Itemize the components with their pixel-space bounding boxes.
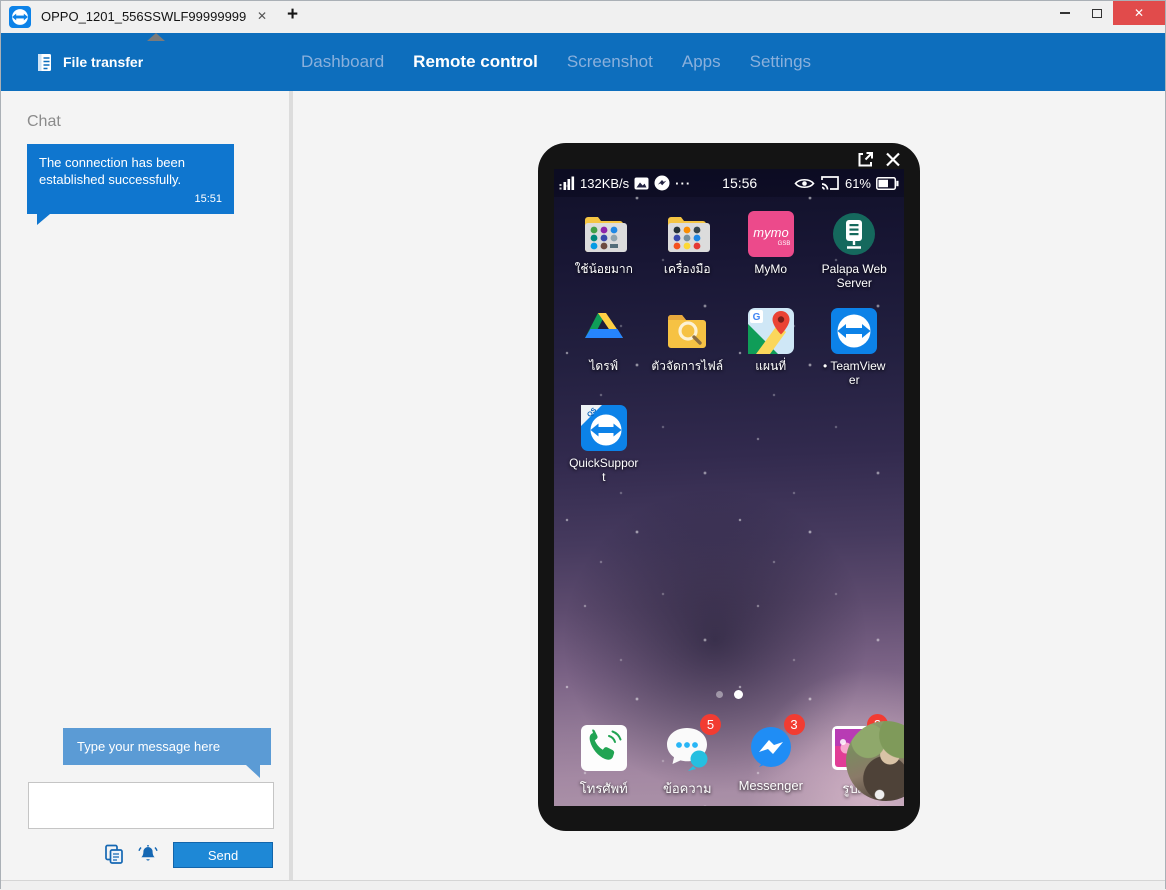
teamviewer-logo-icon bbox=[9, 6, 31, 28]
chat-message-bubble: The connection has been established succ… bbox=[27, 144, 234, 214]
session-tab-title[interactable]: OPPO_1201_556SSWLF99999999 bbox=[41, 9, 246, 24]
content-area: Chat The connection has been established… bbox=[1, 91, 1165, 880]
message-input-tooltip: Type your message here bbox=[63, 728, 271, 765]
app-mymo[interactable]: mymo GSB MyMo bbox=[729, 211, 813, 308]
toolbar-nav: Dashboard Remote control Screenshot Apps… bbox=[301, 33, 811, 91]
svg-text:mymo: mymo bbox=[753, 225, 788, 240]
chat-bubble-tail bbox=[37, 214, 50, 225]
nav-dashboard[interactable]: Dashboard bbox=[301, 52, 384, 72]
page-indicator-dot-active bbox=[734, 690, 743, 699]
session-toolbar: File transfer Dashboard Remote control S… bbox=[1, 33, 1165, 91]
app-palapa-web-server[interactable]: Palapa Web Server bbox=[813, 211, 897, 308]
maximize-button[interactable] bbox=[1081, 1, 1113, 25]
nav-remote-control[interactable]: Remote control bbox=[413, 52, 538, 72]
app-maps[interactable]: G แผนที่ bbox=[729, 308, 813, 405]
remote-view-controls bbox=[856, 150, 902, 169]
minimize-button[interactable] bbox=[1049, 1, 1081, 25]
notification-bell-icon[interactable] bbox=[137, 844, 159, 864]
app-label: MyMo bbox=[754, 262, 787, 276]
messenger-status-icon bbox=[654, 175, 670, 191]
page-indicator-dot bbox=[716, 691, 723, 698]
app-grid: ใช้น้อยมาก เครื่องมือ bbox=[562, 211, 896, 502]
close-window-button[interactable]: ✕ bbox=[1113, 1, 1165, 25]
battery-icon bbox=[876, 177, 899, 190]
remote-view-area: 132KB/s ··· 15:56 bbox=[293, 91, 1165, 880]
chat-message-time: 15:51 bbox=[39, 193, 222, 205]
nav-settings[interactable]: Settings bbox=[750, 52, 811, 72]
notification-badge: 5 bbox=[700, 714, 721, 735]
phone-screen[interactable]: 132KB/s ··· 15:56 bbox=[554, 169, 904, 806]
chat-message-input[interactable] bbox=[28, 782, 274, 829]
app-label: ตัวจัดการไฟล์ bbox=[651, 359, 723, 373]
cast-status-icon bbox=[820, 175, 840, 191]
home-page-indicator bbox=[554, 690, 904, 699]
app-label: • TeamView er bbox=[823, 359, 885, 387]
app-label: เครื่องมือ bbox=[664, 262, 711, 276]
app-label: ใช้น้อยมาก bbox=[575, 262, 633, 276]
status-time: 15:56 bbox=[722, 175, 757, 191]
phone-status-bar: 132KB/s ··· 15:56 bbox=[554, 169, 904, 197]
svg-text:G: G bbox=[752, 312, 760, 323]
app-folder-tools[interactable]: เครื่องมือ bbox=[646, 211, 730, 308]
app-quicksupport[interactable]: QS QuickSuppor t bbox=[562, 405, 646, 502]
nav-apps[interactable]: Apps bbox=[682, 52, 721, 72]
dock-label: โทรศัพท์ bbox=[580, 778, 628, 799]
file-manager-icon bbox=[664, 308, 710, 354]
status-more-glyph: ··· bbox=[675, 176, 691, 191]
window-controls: ✕ bbox=[1049, 1, 1165, 25]
app-label: QuickSuppor t bbox=[569, 456, 638, 484]
folder-icon bbox=[664, 211, 710, 257]
eye-status-icon bbox=[794, 177, 815, 190]
file-transfer-icon bbox=[37, 53, 54, 72]
gallery-status-icon bbox=[634, 177, 649, 190]
notification-badge: 3 bbox=[784, 714, 805, 735]
paste-clipboard-icon[interactable] bbox=[104, 844, 124, 864]
active-tab-pointer bbox=[147, 33, 165, 41]
dock-messages-app[interactable]: 5 ข้อความ bbox=[646, 723, 730, 799]
chat-message-text: The connection has been established succ… bbox=[39, 154, 222, 188]
chat-panel: Chat The connection has been established… bbox=[1, 91, 289, 880]
signal-icon bbox=[559, 176, 575, 191]
palapa-icon bbox=[831, 211, 877, 257]
window-tab-bar: OPPO_1201_556SSWLF99999999 ✕ + ✕ bbox=[1, 1, 1165, 33]
teamviewer-app-icon bbox=[831, 308, 877, 354]
svg-text:GSB: GSB bbox=[777, 241, 790, 247]
nav-screenshot[interactable]: Screenshot bbox=[567, 52, 653, 72]
app-label: แผนที่ bbox=[755, 359, 786, 373]
quicksupport-icon: QS bbox=[581, 405, 627, 451]
folder-icon bbox=[581, 211, 627, 257]
app-teamviewer[interactable]: • TeamView er bbox=[813, 308, 897, 405]
google-drive-icon bbox=[581, 308, 627, 354]
tab-close-icon[interactable]: ✕ bbox=[254, 9, 270, 23]
dock-phone-app[interactable]: โทรศัพท์ bbox=[562, 723, 646, 799]
battery-percent: 61% bbox=[845, 176, 871, 191]
google-maps-icon: G bbox=[748, 308, 794, 354]
app-file-manager[interactable]: ตัวจัดการไฟล์ bbox=[646, 308, 730, 405]
dock-messenger-app[interactable]: 3 Messenger bbox=[729, 723, 813, 799]
popout-icon[interactable] bbox=[856, 150, 875, 169]
close-remote-view-icon[interactable] bbox=[884, 150, 902, 169]
dock-label: ข้อความ bbox=[663, 778, 712, 799]
file-transfer-button[interactable]: File transfer bbox=[37, 33, 143, 91]
new-tab-button[interactable]: + bbox=[287, 4, 298, 26]
send-button[interactable]: Send bbox=[173, 842, 273, 868]
app-label: Palapa Web Server bbox=[822, 262, 887, 290]
network-speed: 132KB/s bbox=[580, 176, 629, 191]
message-tooltip-tail bbox=[246, 765, 260, 778]
file-transfer-label: File transfer bbox=[63, 54, 143, 70]
phone-app-icon bbox=[579, 723, 629, 773]
app-folder-rarely-used[interactable]: ใช้น้อยมาก bbox=[562, 211, 646, 308]
app-drive[interactable]: ไดรฟ์ bbox=[562, 308, 646, 405]
mymo-icon: mymo GSB bbox=[748, 211, 794, 257]
remote-phone-frame: 132KB/s ··· 15:56 bbox=[538, 143, 920, 831]
dock-label: Messenger bbox=[739, 778, 803, 793]
app-label: ไดรฟ์ bbox=[589, 359, 618, 373]
chat-panel-title: Chat bbox=[27, 113, 61, 131]
